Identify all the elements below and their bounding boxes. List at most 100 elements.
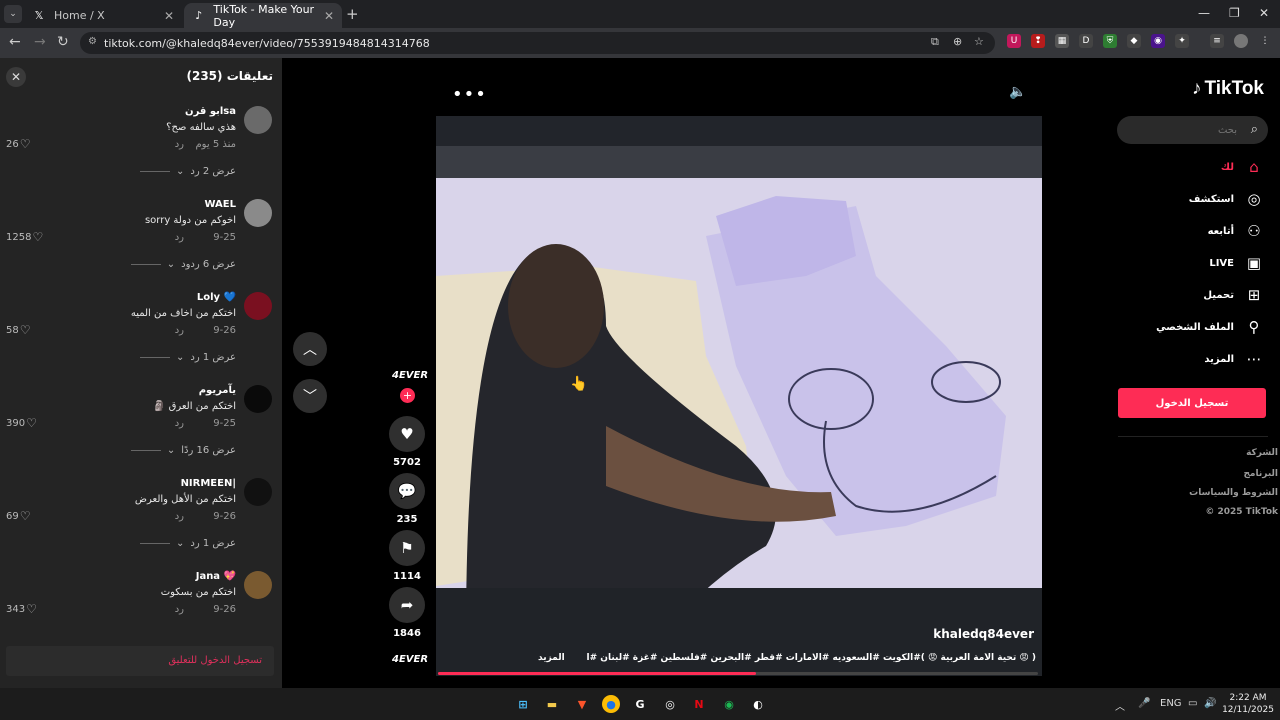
sidebar-item-2[interactable]: أتابعه ⚇ <box>1208 220 1264 242</box>
close-icon[interactable]: ✕ <box>6 67 26 87</box>
follow-plus-icon[interactable]: + <box>400 388 415 403</box>
netflix-icon[interactable]: N <box>690 695 708 713</box>
comment-like-button[interactable]: 1258 ♡ <box>6 230 43 244</box>
media-icon[interactable]: ≡ <box>1210 34 1224 48</box>
chrome-icon[interactable]: ● <box>602 695 620 713</box>
heart-outline-icon[interactable]: ♡ <box>32 230 43 244</box>
comment-like-button[interactable]: 69 ♡ <box>6 509 31 523</box>
address-bar[interactable]: ⚙ tiktok.com/@khaledq84ever/video/755391… <box>80 32 995 54</box>
extension-icon[interactable]: ◆ <box>1127 34 1141 48</box>
install-app-icon[interactable]: ⧉ <box>931 35 939 49</box>
view-replies-button[interactable]: عرض 2 رد ⌄ <box>140 166 236 177</box>
video-player[interactable] <box>436 116 1042 676</box>
back-icon[interactable]: ← <box>9 34 21 50</box>
reply-button[interactable]: رد <box>175 418 184 429</box>
creator-avatar[interactable]: 4EVER <box>392 370 428 381</box>
previous-video-icon[interactable]: ︿ <box>293 332 327 366</box>
avatar[interactable] <box>244 478 272 506</box>
eye-icon[interactable]: ◉ <box>1151 34 1165 48</box>
comment-author[interactable]: NIRMEEN| <box>181 478 236 489</box>
tab-tiktok[interactable]: ♪ TikTok - Make Your Day ✕ <box>184 3 342 29</box>
reply-button[interactable]: رد <box>175 511 184 522</box>
puzzle-icon[interactable]: ✦ <box>1175 34 1189 48</box>
app-icon[interactable]: G <box>631 695 649 713</box>
volume-icon[interactable]: 🔈 <box>1009 84 1026 100</box>
like-action[interactable]: ♥ 5702 <box>389 416 425 468</box>
avatar[interactable] <box>244 199 272 227</box>
footer-terms-link[interactable]: الشروط والسياسات <box>1189 488 1278 498</box>
share-arrow-icon[interactable]: ➦ <box>389 587 425 623</box>
footer-program-link[interactable]: البرنامج <box>1243 469 1278 479</box>
language-indicator[interactable]: ENG <box>1160 698 1182 709</box>
comment-like-button[interactable]: 26 ♡ <box>6 137 31 151</box>
microphone-icon[interactable]: 🎤 <box>1138 698 1150 709</box>
windows-start-icon[interactable]: ⊞ <box>514 695 532 713</box>
monitor-icon[interactable]: ▭ <box>1188 698 1197 709</box>
tab-home-x[interactable]: 𝕏 Home / X ✕ <box>24 3 182 28</box>
volume-icon[interactable]: 🔊 <box>1204 698 1216 709</box>
comment-bubble-icon[interactable]: 💬 <box>389 473 425 509</box>
avatar[interactable] <box>244 571 272 599</box>
comment-author[interactable]: ابو قرنsa <box>185 106 236 117</box>
profile-avatar-icon[interactable] <box>1234 34 1248 48</box>
comment-author[interactable]: يآمريوم <box>199 385 236 396</box>
save-action[interactable]: ⚑ 1114 <box>389 530 425 582</box>
bookmark-star-icon[interactable]: ☆ <box>974 35 984 48</box>
sidebar-item-5[interactable]: الملف الشخصي ⚲ <box>1156 316 1264 338</box>
reply-button[interactable]: رد <box>175 604 184 615</box>
close-icon[interactable]: ✕ <box>324 9 334 23</box>
extension-icon[interactable]: D <box>1079 34 1093 48</box>
reload-icon[interactable]: ↻ <box>57 34 69 50</box>
reply-button[interactable]: رد <box>175 232 184 243</box>
minimize-icon[interactable]: — <box>1198 6 1210 20</box>
search-box[interactable]: ⌕ <box>1117 116 1268 144</box>
reply-button[interactable]: رد <box>175 139 184 150</box>
view-replies-button[interactable]: عرض 6 ردود ⌄ <box>130 259 236 270</box>
menu-dots-icon[interactable]: ⋮ <box>1258 34 1272 48</box>
extension-icon[interactable]: ▦ <box>1055 34 1069 48</box>
comment-like-button[interactable]: 343 ♡ <box>6 602 37 616</box>
tab-search-icon[interactable]: ⌄ <box>4 5 22 23</box>
login-button[interactable]: تسجيل الدخول <box>1118 388 1266 418</box>
shield-icon[interactable]: ⛨ <box>1103 34 1117 48</box>
spotify-icon[interactable]: ◉ <box>720 695 738 713</box>
comment-action[interactable]: 💬 235 <box>389 473 425 525</box>
new-tab-icon[interactable]: + <box>346 5 359 23</box>
app-icon[interactable]: ◐ <box>749 695 767 713</box>
comment-login-link[interactable]: تسجيل الدخول للتعليق <box>168 655 262 666</box>
zoom-icon[interactable]: ⊕ <box>953 35 962 48</box>
file-explorer-icon[interactable]: ▬ <box>543 695 561 713</box>
comment-like-button[interactable]: 58 ♡ <box>6 323 31 337</box>
forward-icon[interactable]: → <box>34 34 46 50</box>
view-replies-button[interactable]: عرض 16 ردًا ⌄ <box>130 445 236 456</box>
extension-icon[interactable]: U <box>1007 34 1021 48</box>
window-close-icon[interactable]: ✕ <box>1259 6 1269 20</box>
comment-like-button[interactable]: 390 ♡ <box>6 416 37 430</box>
tiktok-logo[interactable]: ♪ TikTok <box>1192 78 1264 100</box>
caption-more-link[interactable]: المزيد <box>538 653 565 663</box>
app-icon[interactable]: ◎ <box>661 695 679 713</box>
heart-icon[interactable]: ♥ <box>389 416 425 452</box>
sidebar-item-3[interactable]: LIVE ▣ <box>1209 252 1264 274</box>
heart-outline-icon[interactable]: ♡ <box>26 602 37 616</box>
tray-chevron-icon[interactable]: ︿ <box>1115 698 1125 713</box>
reply-button[interactable]: رد <box>175 325 184 336</box>
search-icon[interactable]: ⌕ <box>1251 122 1258 137</box>
sound-disc[interactable]: 4EVER <box>392 654 428 665</box>
search-input[interactable] <box>1127 121 1237 139</box>
sidebar-item-0[interactable]: لك ⌂ <box>1221 156 1264 178</box>
comment-login-bar[interactable]: تسجيل الدخول للتعليق <box>6 646 274 676</box>
avatar[interactable] <box>244 106 272 134</box>
next-video-icon[interactable]: ﹀ <box>293 379 327 413</box>
footer-company-link[interactable]: الشركة <box>1246 448 1278 458</box>
heart-outline-icon[interactable]: ♡ <box>20 323 31 337</box>
heart-outline-icon[interactable]: ♡ <box>20 137 31 151</box>
brave-icon[interactable]: ▼ <box>573 695 591 713</box>
bookmark-icon[interactable]: ⚑ <box>389 530 425 566</box>
comment-author[interactable]: Loly 💙 <box>197 292 236 303</box>
heart-outline-icon[interactable]: ♡ <box>20 509 31 523</box>
sidebar-item-4[interactable]: تحميل ⊞ <box>1203 284 1264 306</box>
clock[interactable]: 2:22 AM 12/11/2025 <box>1222 692 1274 716</box>
view-replies-button[interactable]: عرض 1 رد ⌄ <box>140 352 236 363</box>
view-replies-button[interactable]: عرض 1 رد ⌄ <box>140 538 236 549</box>
